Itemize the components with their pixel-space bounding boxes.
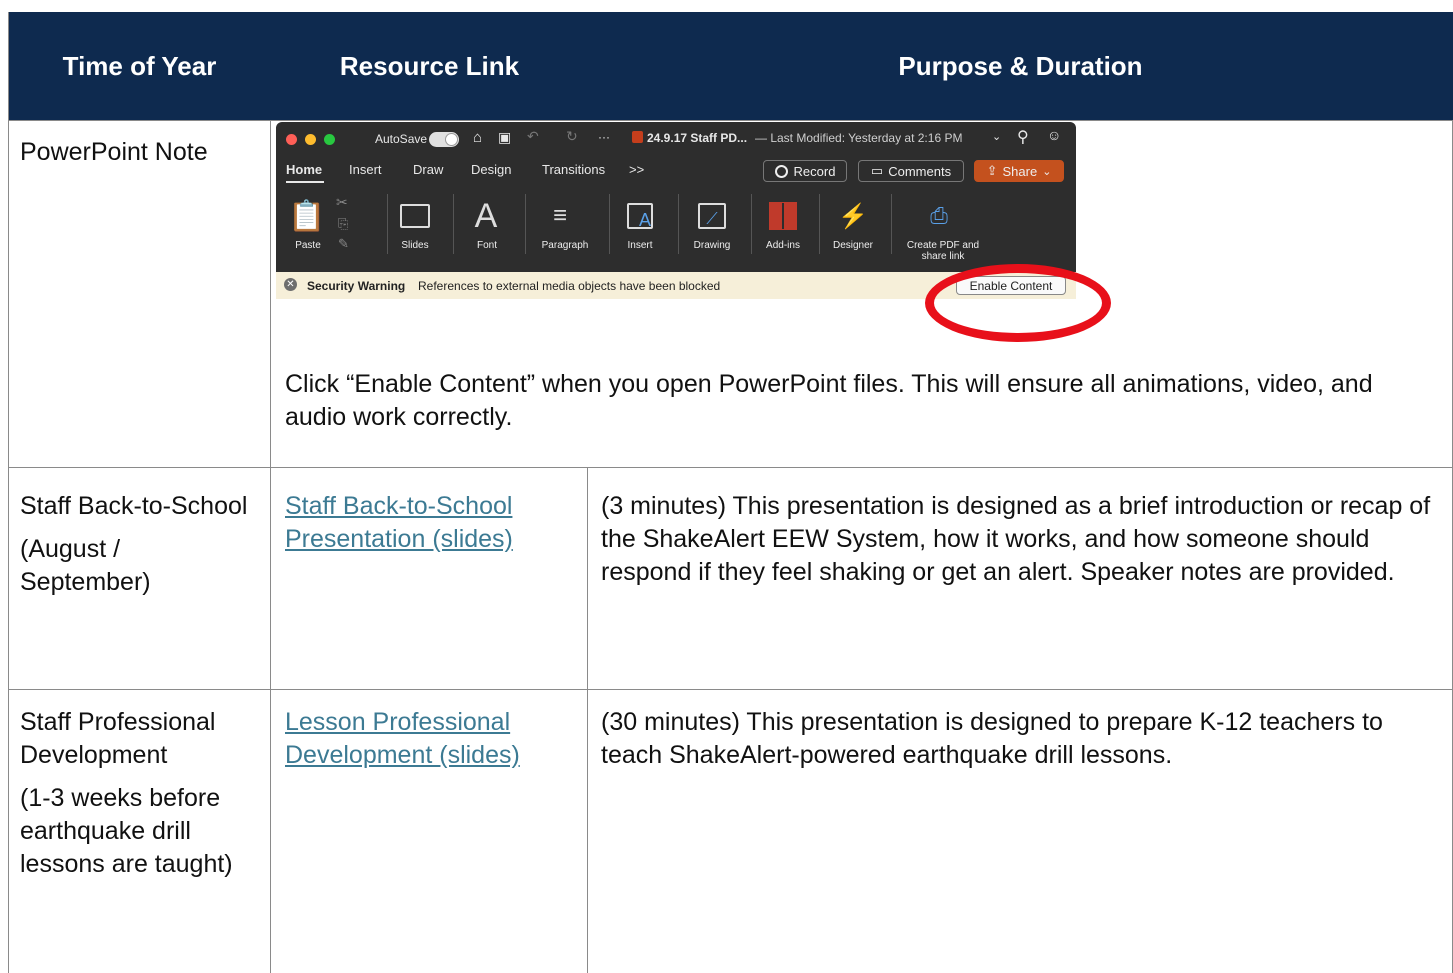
row2-purpose-text: (3 minutes) This presentation is designe… [601, 492, 1431, 586]
modified-chevron-icon[interactable]: ⌄ [992, 130, 1001, 143]
tab-home-underline [286, 181, 324, 183]
divider [609, 194, 610, 254]
tab-more[interactable]: >> [629, 162, 644, 177]
file-title: 24.9.17 Staff PD... [647, 131, 748, 145]
record-icon [774, 164, 788, 178]
header-link: Resource Link [271, 12, 588, 120]
font-label: Font [476, 240, 497, 251]
share-people-icon[interactable]: ☺ [1047, 127, 1061, 143]
close-window-button[interactable] [286, 134, 297, 145]
divider [751, 194, 752, 254]
tab-insert[interactable]: Insert [349, 162, 382, 177]
warning-title: Security Warning [307, 279, 406, 293]
paste-label: Paste [295, 240, 321, 251]
divider [678, 194, 679, 254]
comments-button[interactable]: ▭ Comments [858, 160, 964, 182]
add-ins-label: Add-ins [766, 240, 800, 251]
grid-line [8, 12, 9, 973]
insert-label: Insert [627, 240, 653, 251]
comments-label: Comments [888, 163, 952, 179]
header-purpose-label: Purpose & Duration [898, 50, 1143, 81]
row2-time-title: Staff Back-to-School [20, 492, 248, 520]
divider [819, 194, 820, 254]
powerpoint-file-icon [632, 131, 643, 143]
grid-line [8, 689, 1453, 690]
tab-draw[interactable]: Draw [413, 162, 443, 177]
row3-time: Staff Professional Development (1-3 week… [20, 706, 260, 881]
row3-purpose-text: (30 minutes) This presentation is design… [601, 708, 1383, 769]
more-icon[interactable]: ··· [598, 130, 610, 144]
designer-label: Designer [832, 240, 874, 251]
tab-home[interactable]: Home [286, 162, 322, 177]
share-chevron-icon: ⌄ [1042, 165, 1052, 178]
header-time: Time of Year [8, 12, 271, 120]
row1-time: PowerPoint Note [20, 136, 260, 169]
undo-icon[interactable]: ↶ [527, 128, 539, 145]
add-ins-icon[interactable] [765, 197, 801, 235]
warning-close-icon[interactable]: ✕ [284, 278, 297, 291]
divider [387, 194, 388, 254]
create-pdf-icon[interactable]: ⎙ [921, 197, 957, 235]
maximize-window-button[interactable] [324, 134, 335, 145]
create-pdf-label: Create PDF and share link [906, 240, 980, 262]
row1-instruction: Click “Enable Content” when you open Pow… [285, 368, 1425, 434]
last-modified: — Last Modified: Yesterday at 2:16 PM [755, 131, 963, 145]
paste-icon[interactable]: 📋 [288, 197, 325, 235]
font-icon[interactable]: A [466, 197, 506, 235]
header-link-label: Resource Link [339, 50, 520, 81]
autosave-label: AutoSave [375, 132, 428, 146]
title-bar: AutoSave ⌂ ▣ ↶ ↻ ··· 24.9.17 Staff PD...… [276, 122, 1076, 152]
copy-icon[interactable]: ⎘ [338, 214, 348, 234]
row3-time-period: (1-3 weeks before earthquake drill lesso… [20, 784, 233, 878]
slides-icon[interactable] [395, 197, 435, 235]
instruction-text: Click “Enable Content” when you open Pow… [285, 370, 1373, 431]
search-icon[interactable]: ⚲ [1017, 127, 1029, 147]
divider [453, 194, 454, 254]
drawing-icon[interactable]: ⟋ [690, 197, 734, 235]
autosave-toggle[interactable] [429, 132, 459, 147]
format-painter-icon[interactable]: ✎ [338, 234, 349, 254]
header-purpose: Purpose & Duration [588, 12, 1453, 120]
highlight-circle [925, 264, 1111, 342]
record-label: Record [793, 163, 836, 179]
share-button[interactable]: ⇪ Share ⌄ [974, 160, 1064, 182]
grid-line [270, 120, 271, 973]
row2-purpose: (3 minutes) This presentation is designe… [601, 490, 1441, 589]
paragraph-icon[interactable]: ≡ [540, 197, 580, 235]
tab-transitions[interactable]: Transitions [542, 162, 605, 177]
slides-label: Slides [401, 240, 429, 251]
paragraph-label: Paragraph [541, 240, 589, 251]
cut-icon[interactable]: ✂ [336, 192, 348, 212]
warning-text: References to external media objects hav… [418, 279, 721, 293]
save-icon[interactable]: ▣ [498, 129, 511, 146]
tab-design[interactable]: Design [471, 162, 511, 177]
comment-icon: ▭ [870, 163, 884, 178]
row3-purpose: (30 minutes) This presentation is design… [601, 706, 1446, 772]
share-label: Share [1002, 163, 1038, 179]
lesson-professional-development-link[interactable]: Lesson Professional Development (slides) [285, 708, 520, 769]
row2-link: Staff Back-to-School Presentation (slide… [285, 490, 575, 556]
designer-icon[interactable]: ⚡ [835, 197, 871, 235]
minimize-window-button[interactable] [305, 134, 316, 145]
drawing-label: Drawing [693, 240, 731, 251]
powerpoint-screenshot: AutoSave ⌂ ▣ ↶ ↻ ··· 24.9.17 Staff PD...… [276, 122, 1076, 299]
row1-time-text: PowerPoint Note [20, 138, 208, 166]
grid-line [587, 467, 588, 973]
share-icon: ⇪ [986, 163, 998, 178]
row2-time-period: (August / September) [20, 535, 151, 596]
redo-icon[interactable]: ↻ [566, 128, 578, 145]
header-time-label: Time of Year [62, 50, 217, 81]
row2-time: Staff Back-to-School (August / September… [20, 490, 260, 599]
staff-back-to-school-link[interactable]: Staff Back-to-School Presentation (slide… [285, 492, 513, 553]
insert-icon[interactable]: A [620, 197, 660, 235]
row3-link: Lesson Professional Development (slides) [285, 706, 575, 772]
divider [525, 194, 526, 254]
divider [891, 194, 892, 254]
home-icon[interactable]: ⌂ [473, 129, 482, 146]
record-button[interactable]: Record [763, 160, 847, 182]
row3-time-title: Staff Professional Development [20, 708, 216, 769]
grid-line [8, 467, 1453, 468]
grid-line [8, 120, 1453, 121]
